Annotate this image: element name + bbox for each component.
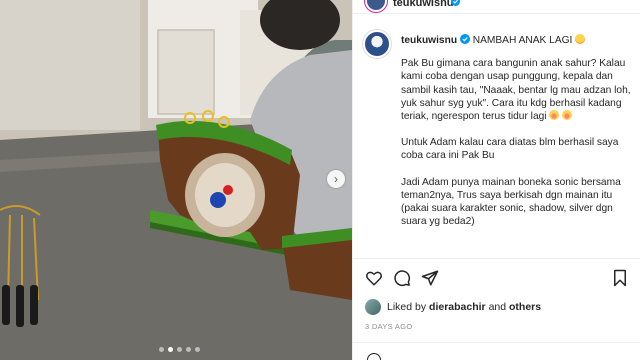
- laughing-emoji-icon: [549, 110, 560, 121]
- caption-paragraph-text: Pak Bu gimana cara bangunin anak sahur? …: [401, 58, 631, 123]
- caption-paragraph: Untuk Adam kalau cara diatas blm berhasi…: [401, 136, 633, 162]
- post-sidebar: teukuwisnu teukuwisnu NAMBAH ANAK LAGI P…: [352, 0, 640, 360]
- post-header: teukuwisnu: [353, 0, 640, 14]
- action-bar: [353, 258, 640, 294]
- share-icon[interactable]: [421, 269, 439, 287]
- thinking-emoji-icon: [575, 34, 586, 44]
- caption-paragraph-text: Untuk Adam kalau cara diatas blm berhasi…: [401, 137, 619, 162]
- header-avatar[interactable]: [365, 0, 387, 12]
- bookmark-icon[interactable]: [611, 269, 629, 287]
- caption-avatar[interactable]: [363, 30, 391, 58]
- caption-paragraph: Pak Bu gimana cara bangunin anak sahur? …: [401, 57, 633, 123]
- liker-avatar[interactable]: [365, 299, 381, 315]
- liked-by-conjunction: and: [488, 301, 507, 313]
- liker-username[interactable]: dierabachir: [429, 301, 486, 313]
- liked-by-prefix: Liked by: [387, 301, 427, 313]
- post-caption: teukuwisnu NAMBAH ANAK LAGI Pak Bu giman…: [401, 34, 633, 241]
- carousel-next-button[interactable]: ›: [327, 170, 345, 188]
- header-username[interactable]: teukuwisnu: [393, 0, 454, 9]
- post-photo[interactable]: ›: [0, 0, 352, 360]
- liked-by-others-link[interactable]: others: [509, 301, 541, 313]
- caption-username[interactable]: teukuwisnu: [401, 35, 457, 46]
- comment-icon[interactable]: [393, 269, 411, 287]
- caption-title: NAMBAH ANAK LAGI: [472, 35, 573, 46]
- laughing-emoji-icon: [562, 110, 573, 121]
- caption-title-line: teukuwisnu NAMBAH ANAK LAGI: [401, 34, 633, 47]
- post-timestamp[interactable]: 3 DAYS AGO: [365, 322, 412, 331]
- carousel-indicator: [159, 347, 200, 352]
- carousel-dot: [177, 347, 182, 352]
- caption-paragraph: Jadi Adam punya mainan boneka sonic bers…: [401, 176, 633, 229]
- carousel-dot: [186, 347, 191, 352]
- post-photo-image: [0, 0, 352, 360]
- comment-bar: [353, 342, 640, 360]
- carousel-dot: [159, 347, 164, 352]
- carousel-dot-active: [168, 347, 173, 352]
- emoji-picker-icon[interactable]: [367, 353, 381, 360]
- caption-paragraph-text: (pakai suara karakter sonic, shadow, sil…: [401, 203, 613, 228]
- chevron-right-icon: ›: [334, 172, 338, 186]
- verified-badge-icon: [459, 34, 470, 44]
- heart-icon[interactable]: [365, 269, 383, 287]
- caption-paragraph-text: Jadi Adam punya mainan boneka sonic bers…: [401, 176, 621, 201]
- carousel-dot: [195, 347, 200, 352]
- verified-badge-icon: [451, 0, 460, 6]
- liked-by-row: Liked by dierabachir and others: [365, 299, 541, 315]
